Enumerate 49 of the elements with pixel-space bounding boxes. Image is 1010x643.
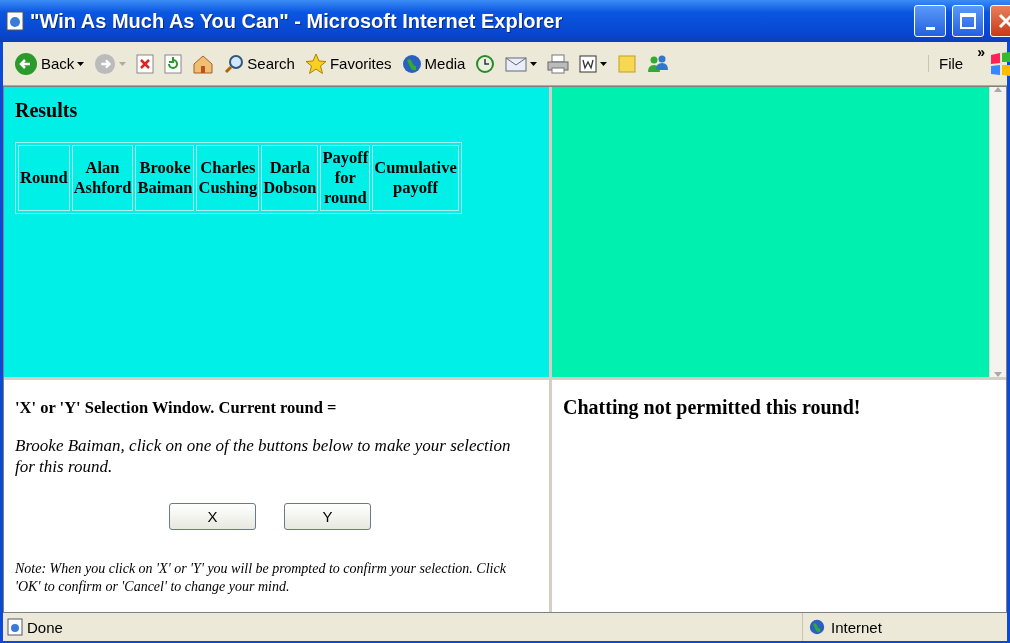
envelope-icon bbox=[505, 54, 528, 73]
status-text: Done bbox=[27, 618, 63, 636]
column-header: Payoff for round bbox=[320, 145, 371, 211]
column-header: Darla Dobson bbox=[261, 145, 319, 211]
globe-icon bbox=[809, 619, 825, 635]
results-heading: Results bbox=[15, 99, 79, 122]
file-menu[interactable]: File bbox=[928, 55, 974, 72]
column-header: Round bbox=[18, 145, 70, 211]
column-header: Alan Ashford bbox=[71, 145, 134, 211]
column-header: Brooke Baiman bbox=[135, 145, 195, 211]
instruction-text: Brooke Baiman, click on one of the buttons below to make your selection for this round. bbox=[15, 435, 512, 477]
stop-icon bbox=[136, 53, 155, 74]
scroll-down-icon[interactable] bbox=[994, 372, 1002, 377]
caret-icon bbox=[119, 62, 127, 66]
maximize-icon bbox=[960, 13, 976, 29]
selection-heading: 'X' or 'Y' Selection Window. Current round = bbox=[15, 398, 338, 418]
column-header: Charles Cushing bbox=[196, 145, 260, 211]
search-icon bbox=[224, 53, 245, 74]
close-icon bbox=[998, 13, 1010, 29]
clock-icon bbox=[475, 53, 496, 74]
search-button[interactable]: Search bbox=[221, 53, 298, 74]
page-icon bbox=[6, 11, 24, 31]
star-icon bbox=[304, 52, 327, 75]
refresh-icon bbox=[164, 53, 183, 74]
window-title: "Win As Much As You Can" - Microsoft Internet Explorer bbox=[30, 9, 564, 33]
choice-button[interactable]: Y bbox=[284, 503, 371, 530]
note-icon bbox=[617, 53, 638, 74]
back-button[interactable]: Back bbox=[11, 51, 88, 76]
caret-icon bbox=[530, 62, 538, 66]
minimize-button[interactable] bbox=[914, 5, 946, 37]
printer-icon bbox=[547, 53, 570, 74]
document-icon bbox=[579, 54, 598, 73]
chat-message: Chatting not permitted this round! bbox=[563, 396, 862, 419]
more-chevron[interactable]: » bbox=[977, 44, 985, 60]
minimize-icon bbox=[925, 26, 935, 30]
page-icon bbox=[7, 618, 23, 636]
people-icon bbox=[647, 53, 670, 74]
note-text: Note: When you click on 'X' or 'Y' you will be prompted to confirm your selection. Click 'OK' to confirm or 'Cancel' to change your mind. bbox=[15, 560, 507, 596]
zone-text: Internet bbox=[831, 618, 882, 636]
windows-logo-icon bbox=[989, 50, 1010, 77]
maximize-button[interactable] bbox=[952, 5, 984, 37]
favorites-button[interactable]: Favorites bbox=[301, 52, 395, 75]
media-button[interactable]: Media bbox=[398, 53, 469, 74]
column-header: Cumulative payoff bbox=[372, 145, 459, 211]
caret-icon bbox=[77, 62, 85, 66]
choice-button[interactable]: X bbox=[169, 503, 256, 530]
scrollbar[interactable] bbox=[989, 87, 1006, 377]
globe-icon bbox=[401, 53, 422, 74]
caret-icon bbox=[600, 62, 608, 66]
